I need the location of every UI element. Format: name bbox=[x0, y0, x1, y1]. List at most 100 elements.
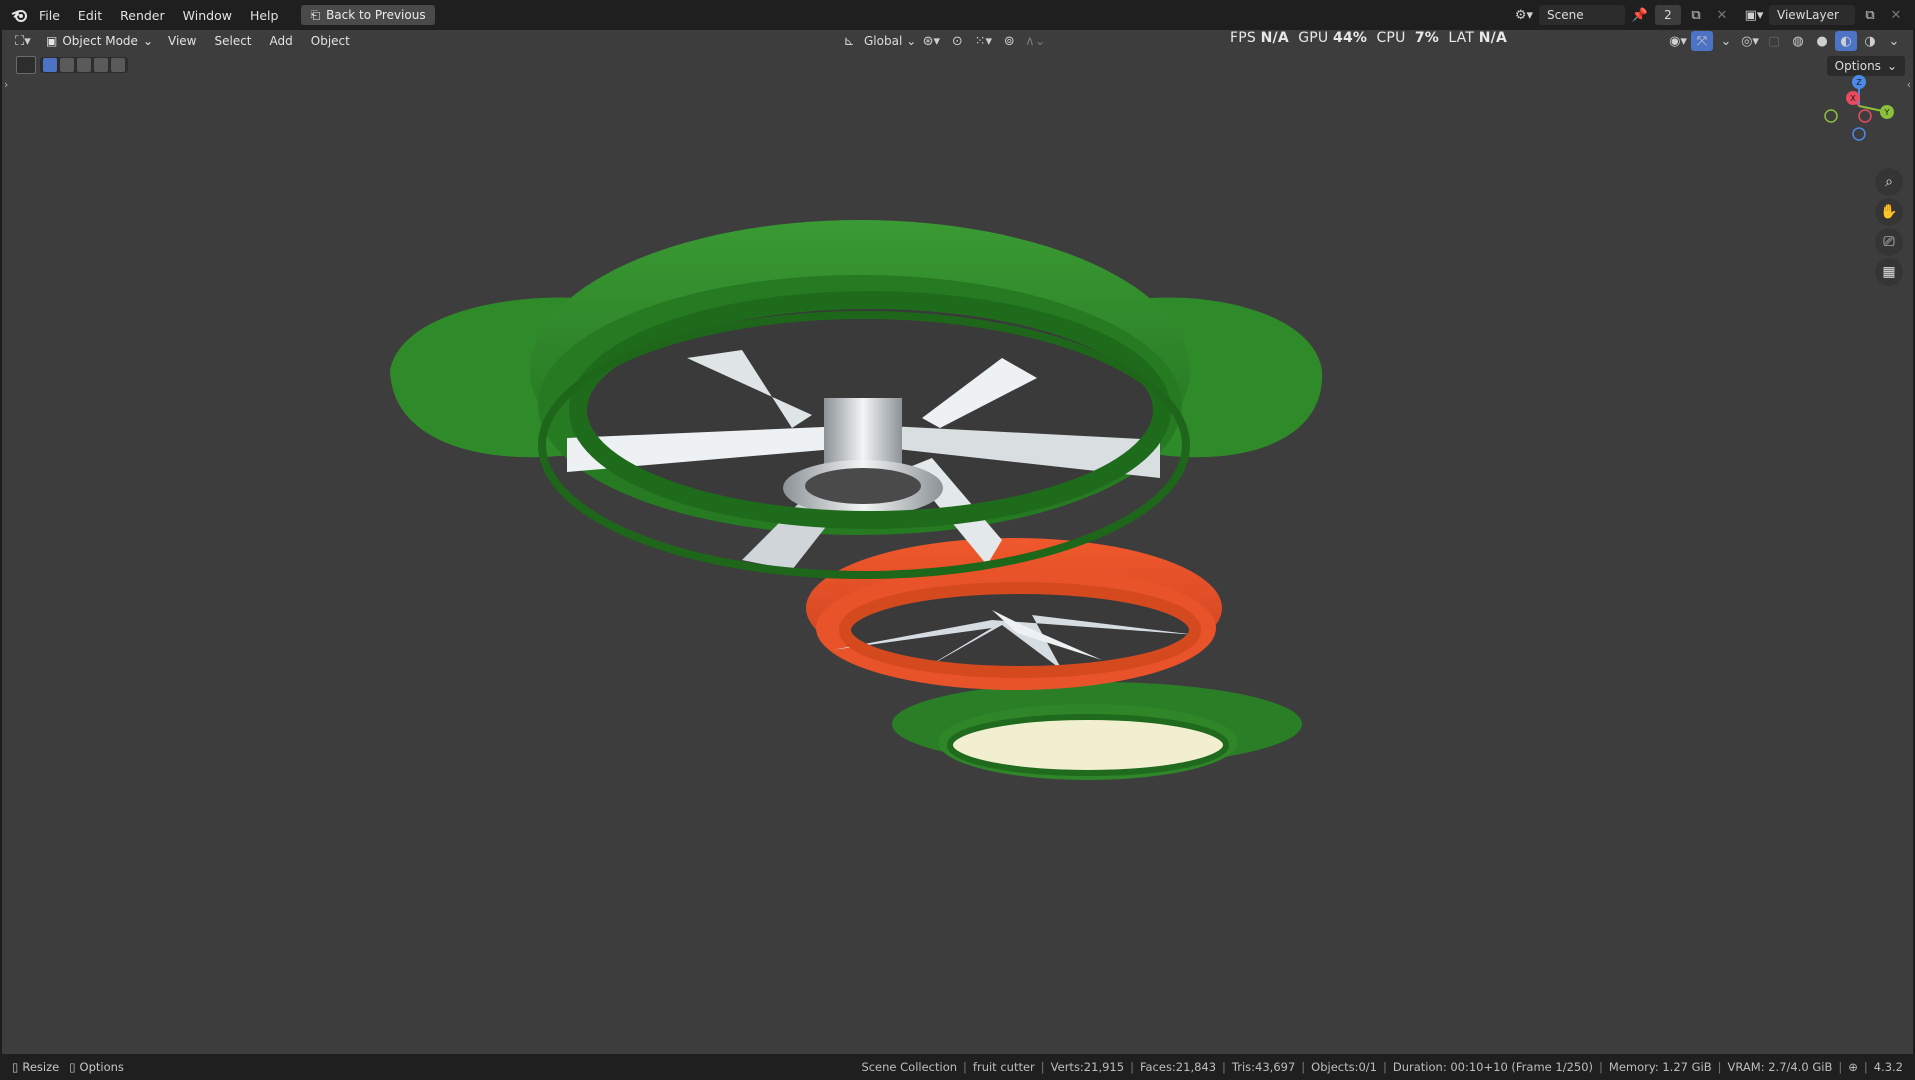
close-view-layer-icon[interactable]: ✕ bbox=[1885, 5, 1907, 25]
view-layer-field[interactable]: ViewLayer bbox=[1769, 5, 1855, 25]
cpu-value: 7 bbox=[1414, 30, 1425, 46]
pan-hand-icon[interactable]: ✋ bbox=[1875, 198, 1903, 226]
overlays-icon[interactable]: ◎▾ bbox=[1739, 31, 1761, 51]
gpu-percent: % bbox=[1352, 30, 1368, 46]
gizmo-neg-z-axis[interactable] bbox=[1852, 127, 1866, 141]
gizmo-neg-x-axis[interactable] bbox=[1858, 109, 1872, 123]
large-green-slicer bbox=[390, 220, 1323, 579]
scene-users-count[interactable]: 2 bbox=[1655, 5, 1681, 25]
blender-logo-icon[interactable] bbox=[8, 5, 30, 25]
navigation-gizmo[interactable]: Z Y X bbox=[1819, 74, 1899, 154]
orientation-label[interactable]: Global bbox=[864, 34, 902, 48]
pivot-point-icon[interactable]: ⊛▾ bbox=[920, 31, 942, 51]
gizmo-toggle-icon[interactable]: ⤧ bbox=[1691, 31, 1713, 51]
wireframe-shading-icon[interactable]: ◍ bbox=[1787, 31, 1809, 51]
object-mode-dropdown[interactable]: ▣ Object Mode ⌄ bbox=[40, 31, 159, 51]
xray-icon[interactable]: ▢ bbox=[1763, 31, 1785, 51]
status-hint-options: Options bbox=[79, 1060, 124, 1074]
fps-label: FPS bbox=[1230, 30, 1256, 46]
menu-render[interactable]: Render bbox=[111, 8, 174, 23]
material-shading-icon[interactable]: ◐ bbox=[1835, 31, 1857, 51]
select-extend-icon[interactable] bbox=[60, 58, 74, 72]
select-intersect-icon[interactable] bbox=[111, 58, 125, 72]
pin-icon[interactable]: 📌 bbox=[1629, 5, 1651, 25]
new-view-layer-icon[interactable]: ⧉ bbox=[1859, 5, 1881, 25]
perspective-grid-icon[interactable]: ▦ bbox=[1875, 258, 1903, 286]
scene-selector-icon[interactable]: ⚙▾ bbox=[1513, 5, 1535, 25]
stat-version: 4.3.2 bbox=[1873, 1060, 1903, 1074]
scene-statistics: Scene Collection | fruit cutter | Verts:21… bbox=[861, 1060, 1903, 1074]
menu-edit[interactable]: Edit bbox=[69, 8, 111, 23]
chevron-down-icon: ⌄ bbox=[906, 34, 917, 48]
cpu-percent: % bbox=[1424, 30, 1440, 46]
object-mode-icon: ▣ bbox=[46, 34, 58, 48]
view-layer-name: ViewLayer bbox=[1777, 8, 1839, 22]
object-mode-label: Object Mode bbox=[62, 34, 138, 48]
options-dropdown[interactable]: Options ⌄ bbox=[1826, 56, 1905, 76]
mouse-right-icon: ▯ bbox=[69, 1060, 76, 1074]
proportional-edit-icon[interactable]: ⊚ bbox=[998, 31, 1020, 51]
viewport-menu-view[interactable]: View bbox=[159, 34, 205, 48]
chevron-down-icon[interactable]: ⌄ bbox=[1715, 31, 1737, 51]
new-scene-icon[interactable]: ⧉ bbox=[1685, 5, 1707, 25]
menu-help[interactable]: Help bbox=[241, 8, 288, 23]
select-new-icon[interactable] bbox=[43, 58, 57, 72]
stat-faces: Faces:21,843 bbox=[1139, 1060, 1217, 1074]
back-to-previous-label: Back to Previous bbox=[326, 8, 426, 22]
transform-tools: ⊾ Global ⌄ ⊛▾ ⊙ ⁙▾ ⊚ ∧⌄ bbox=[838, 31, 1046, 51]
fps-value: N/A bbox=[1260, 30, 1289, 46]
3d-viewport[interactable]: ⛶▾ ▣ Object Mode ⌄ View Select Add Objec… bbox=[2, 30, 1913, 1054]
gpu-value: 44 bbox=[1333, 30, 1353, 46]
top-menu-bar: File Edit Render Window Help ⎗ Back to P… bbox=[0, 0, 1915, 30]
options-label: Options bbox=[1834, 59, 1881, 73]
viewport-menu-object[interactable]: Object bbox=[302, 34, 359, 48]
lat-label: LAT bbox=[1448, 30, 1475, 46]
gizmo-y-label: Y bbox=[1884, 108, 1890, 117]
viewport-display-tools: ◉▾ ⤧ ⌄ ◎▾ ▢ ◍ ● ◐ ◑ ⌄ bbox=[1667, 31, 1905, 51]
gizmo-x-label: X bbox=[1850, 94, 1856, 103]
scene-controls: ⚙▾ Scene 📌 2 ⧉ ✕ ▣▾ ViewLayer ⧉ ✕ bbox=[1513, 5, 1907, 25]
menu-window[interactable]: Window bbox=[174, 8, 241, 23]
snap-icon[interactable]: ⊙ bbox=[946, 31, 968, 51]
select-tool-icon[interactable] bbox=[16, 56, 36, 74]
menu-file[interactable]: File bbox=[30, 8, 69, 23]
scene-field[interactable]: Scene bbox=[1539, 5, 1625, 25]
zoom-icon[interactable]: ⌕ bbox=[1875, 168, 1903, 196]
snap-target-icon[interactable]: ⁙▾ bbox=[972, 31, 994, 51]
back-to-previous-button[interactable]: ⎗ Back to Previous bbox=[301, 5, 435, 25]
viewport-menu-select[interactable]: Select bbox=[205, 34, 260, 48]
sidebar-expand-icon[interactable]: ‹ bbox=[1907, 78, 1911, 91]
camera-view-icon[interactable]: ⎚ bbox=[1875, 228, 1903, 256]
stat-objects: Objects:0/1 bbox=[1311, 1060, 1377, 1074]
status-hint-resize: Resize bbox=[22, 1060, 60, 1074]
chevron-down-icon: ⌄ bbox=[142, 34, 153, 48]
transform-orientation-icon[interactable]: ⊾ bbox=[838, 31, 860, 51]
visibility-icon[interactable]: ◉▾ bbox=[1667, 31, 1689, 51]
select-invert-icon[interactable] bbox=[94, 58, 108, 72]
shading-options-icon[interactable]: ⌄ bbox=[1883, 31, 1905, 51]
chevron-down-icon: ⌄ bbox=[1886, 59, 1897, 73]
viewport-menu-add[interactable]: Add bbox=[261, 34, 302, 48]
cpu-label: CPU bbox=[1376, 30, 1406, 46]
close-scene-icon[interactable]: ✕ bbox=[1711, 5, 1733, 25]
falloff-icon[interactable]: ∧⌄ bbox=[1024, 31, 1046, 51]
gizmo-neg-y-axis[interactable] bbox=[1824, 109, 1838, 123]
lat-value: N/A bbox=[1478, 30, 1508, 46]
solid-shading-icon[interactable]: ● bbox=[1811, 31, 1833, 51]
stat-collection: Scene Collection bbox=[861, 1060, 958, 1074]
select-subtract-icon[interactable] bbox=[77, 58, 91, 72]
viewport-header: ⛶▾ ▣ Object Mode ⌄ View Select Add Objec… bbox=[2, 30, 1913, 52]
gizmo-z-label: Z bbox=[1856, 78, 1862, 87]
stat-tris: Tris:43,697 bbox=[1231, 1060, 1296, 1074]
back-icon: ⎗ bbox=[310, 7, 321, 22]
fruit-cutter-model bbox=[390, 220, 1323, 780]
mouse-left-icon: ▯ bbox=[12, 1060, 19, 1074]
rendered-shading-icon[interactable]: ◑ bbox=[1859, 31, 1881, 51]
status-hints: ▯ Resize ▯ Options bbox=[12, 1060, 124, 1074]
network-icon[interactable]: ⊕ bbox=[1848, 1060, 1858, 1074]
view-layer-selector-icon[interactable]: ▣▾ bbox=[1743, 5, 1765, 25]
stat-object: fruit cutter bbox=[972, 1060, 1035, 1074]
stat-memory: Memory: 1.27 GiB bbox=[1608, 1060, 1712, 1074]
toolbar-expand-icon[interactable]: › bbox=[4, 78, 8, 91]
editor-type-icon[interactable]: ⛶▾ bbox=[12, 31, 34, 51]
